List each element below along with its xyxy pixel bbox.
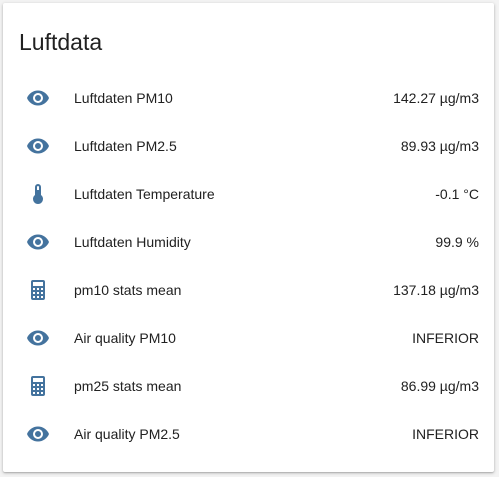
entity-row-luftdaten-pm25[interactable]: Luftdaten PM2.5 89.93 µg/m3	[3, 122, 494, 170]
entity-state: 86.99 µg/m3	[400, 378, 479, 394]
entity-row-luftdaten-humidity[interactable]: Luftdaten Humidity 99.9 %	[3, 218, 494, 266]
entity-state: 89.93 µg/m3	[400, 138, 479, 154]
entity-name: Air quality PM2.5	[74, 426, 180, 442]
eye-icon	[25, 230, 51, 254]
entity-name: Air quality PM10	[74, 330, 176, 346]
entity-state: 142.27 µg/m3	[393, 90, 479, 106]
entity-row-luftdaten-pm10[interactable]: Luftdaten PM10 142.27 µg/m3	[3, 74, 494, 122]
entity-state: -0.1 °C	[435, 186, 479, 202]
entity-row-air-quality-pm10[interactable]: Air quality PM10 INFERIOR	[3, 314, 494, 362]
entity-state: 137.18 µg/m3	[393, 282, 479, 298]
entity-state: INFERIOR	[412, 426, 479, 442]
calculator-icon	[25, 278, 51, 302]
eye-icon	[25, 326, 51, 350]
entity-name: Luftdaten PM2.5	[74, 138, 177, 154]
entity-row-air-quality-pm25[interactable]: Air quality PM2.5 INFERIOR	[3, 410, 494, 458]
entity-list: Luftdaten PM10 142.27 µg/m3 Luftdaten PM…	[3, 74, 494, 458]
entity-name: Luftdaten Temperature	[74, 186, 215, 202]
entity-name: pm10 stats mean	[74, 282, 182, 298]
entity-row-pm25-stats-mean[interactable]: pm25 stats mean 86.99 µg/m3	[3, 362, 494, 410]
calculator-icon	[25, 374, 51, 398]
entity-state: 99.9 %	[435, 234, 479, 250]
thermometer-icon	[25, 182, 51, 206]
entity-row-pm10-stats-mean[interactable]: pm10 stats mean 137.18 µg/m3	[3, 266, 494, 314]
entity-name: Luftdaten Humidity	[74, 234, 191, 250]
entity-state: INFERIOR	[412, 330, 479, 346]
entity-row-luftdaten-temperature[interactable]: Luftdaten Temperature -0.1 °C	[3, 170, 494, 218]
card-title: Luftdata	[19, 29, 103, 55]
entity-name: Luftdaten PM10	[74, 90, 173, 106]
entities-card: Luftdata Luftdaten PM10 142.27 µg/m3 Luf…	[3, 3, 494, 472]
entity-name: pm25 stats mean	[74, 378, 182, 394]
eye-icon	[25, 422, 51, 446]
eye-icon	[25, 86, 51, 110]
eye-icon	[25, 134, 51, 158]
